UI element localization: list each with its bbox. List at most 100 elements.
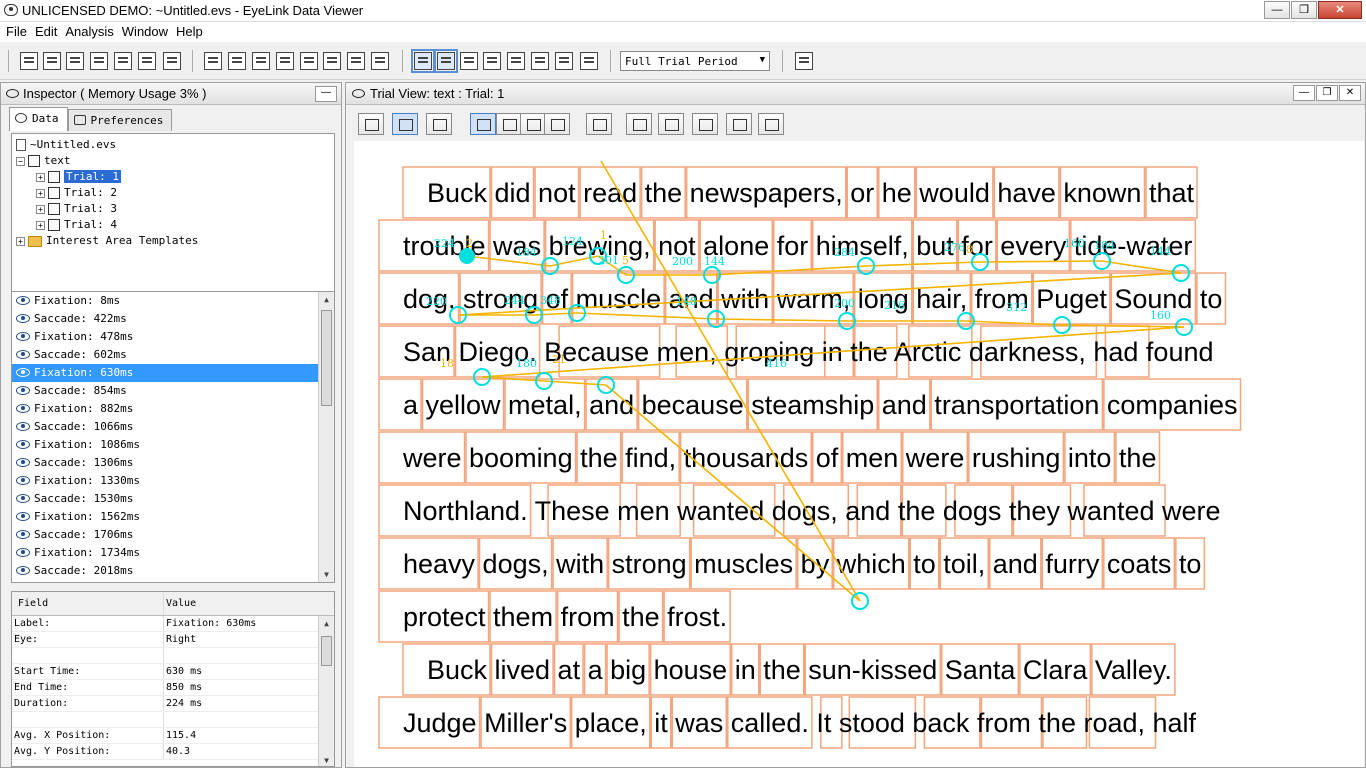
select-icon[interactable] [371, 52, 389, 70]
import-image-icon[interactable] [626, 113, 652, 135]
trial-view-close-button[interactable]: ✕ [1339, 85, 1361, 101]
target-icon[interactable] [531, 52, 549, 70]
event-list-item[interactable]: Saccade: 1706ms [12, 526, 334, 544]
pointer-tool-icon[interactable] [470, 113, 496, 135]
trial-view-minimize-button[interactable]: — [1293, 85, 1315, 101]
clipboard-icon[interactable] [276, 52, 294, 70]
event-list-item[interactable]: Fixation: 882ms [12, 400, 334, 418]
scroll-up-icon[interactable]: ▲ [319, 616, 334, 631]
event-list-item[interactable]: Saccade: 1306ms [12, 454, 334, 472]
tree-root[interactable]: ~Untitled.evs [16, 138, 116, 152]
expand-icon[interactable]: + [36, 188, 45, 198]
menu-window[interactable]: Window [118, 22, 172, 42]
image-area-icon[interactable] [726, 113, 752, 135]
event-list-item[interactable]: Saccade: 602ms [12, 346, 334, 364]
event-list-item[interactable]: Saccade: 854ms [12, 382, 334, 400]
spatial-overlay-icon[interactable] [392, 113, 418, 135]
fixation-view-icon[interactable] [411, 49, 435, 73]
copy-session-icon[interactable] [90, 52, 108, 70]
message-view-icon[interactable] [507, 52, 525, 70]
event-list-item[interactable]: Saccade: 1530ms [12, 490, 334, 508]
sample-view-icon[interactable] [483, 52, 501, 70]
tree-session[interactable]: − text [16, 154, 71, 168]
saccade-line[interactable] [600, 160, 861, 602]
saccade-view-icon[interactable] [434, 49, 458, 73]
tree-trial-4[interactable]: + Trial: 4 [36, 218, 117, 232]
collapse-icon[interactable]: − [16, 156, 25, 166]
saccade-line[interactable] [543, 380, 607, 386]
expand-icon[interactable]: + [16, 236, 25, 246]
menu-analysis[interactable]: Analysis [61, 22, 117, 42]
saccade-line[interactable] [979, 260, 1103, 263]
inspector-minimize-button[interactable]: — [315, 86, 337, 102]
temporal-graph-icon[interactable] [358, 113, 384, 135]
cut-icon[interactable] [204, 52, 222, 70]
event-list-item[interactable]: Fixation: 478ms [12, 328, 334, 346]
text-line: protect them from the frost. [403, 602, 727, 632]
rectangle-tool-icon[interactable] [496, 113, 522, 135]
scroll-down-icon[interactable]: ▼ [319, 567, 334, 582]
event-list: Fixation: 8ms Saccade: 422ms Fixation: 478… [11, 291, 335, 583]
open-file-icon[interactable] [43, 52, 61, 70]
expand-icon[interactable]: + [36, 220, 45, 230]
event-list-item[interactable]: Fixation: 8ms [12, 292, 334, 310]
menu-help[interactable]: Help [172, 22, 207, 42]
expand-icon[interactable]: + [36, 204, 45, 214]
interest-area-icon[interactable] [580, 52, 598, 70]
event-list-item[interactable]: Fixation: 630ms [12, 364, 334, 382]
interest-period-icon[interactable] [555, 52, 573, 70]
tree-trial-1[interactable]: + Trial: 1 [36, 170, 121, 184]
paste-icon[interactable] [252, 52, 270, 70]
expand-icon[interactable]: + [36, 172, 45, 182]
freehand-tool-icon[interactable] [544, 113, 570, 135]
save-areas-icon[interactable] [586, 113, 612, 135]
event-list-item[interactable]: Saccade: 422ms [12, 310, 334, 328]
export-image-icon[interactable] [658, 113, 684, 135]
delete-icon[interactable] [323, 52, 341, 70]
close-button[interactable]: ✕ [1318, 1, 1362, 19]
saccade-line[interactable] [715, 318, 848, 322]
save-icon[interactable] [114, 52, 132, 70]
trial-canvas[interactable]: Buck did not read the newspapers, or he … [354, 141, 1364, 767]
scroll-thumb[interactable] [321, 636, 332, 666]
event-list-item[interactable]: Saccade: 2018ms [12, 562, 334, 580]
import-icon[interactable] [66, 52, 84, 70]
tree-templates[interactable]: + Interest Area Templates [16, 234, 198, 248]
text-area-icon[interactable] [692, 113, 718, 135]
trial-view-restore-button[interactable]: ❐ [1316, 85, 1338, 101]
new-file-icon[interactable] [20, 52, 38, 70]
menu-file[interactable]: File [2, 22, 31, 42]
menu-edit[interactable]: Edit [31, 22, 61, 42]
scroll-up-icon[interactable]: ▲ [319, 292, 334, 307]
scroll-thumb[interactable] [321, 310, 332, 406]
tab-data[interactable]: Data [9, 107, 68, 131]
fixation-circle[interactable] [459, 248, 475, 264]
saccade-line[interactable] [865, 261, 981, 267]
event-list-item[interactable]: Fixation: 1734ms [12, 544, 334, 562]
interest-period-select[interactable]: Full Trial Period ▼ [620, 51, 770, 71]
restore-button[interactable]: ❐ [1291, 1, 1317, 19]
event-list-item[interactable]: Fixation: 1562ms [12, 508, 334, 526]
print-icon[interactable] [758, 113, 784, 135]
event-list-item[interactable]: Saccade: 1066ms [12, 418, 334, 436]
event-list-item[interactable]: Fixation: 1330ms [12, 472, 334, 490]
event-list-item[interactable]: Fixation: 1086ms [12, 436, 334, 454]
grid-icon[interactable] [300, 52, 318, 70]
fixation-duration-label: 124 [562, 235, 583, 248]
tree-trial-3[interactable]: + Trial: 3 [36, 202, 117, 216]
undo-icon[interactable] [347, 52, 365, 70]
movie-icon[interactable] [795, 52, 813, 70]
blink-view-icon[interactable] [460, 52, 478, 70]
package-icon[interactable] [163, 52, 181, 70]
animation-icon[interactable] [426, 113, 452, 135]
interest-period-value: Full Trial Period [625, 55, 738, 68]
event-list-scrollbar[interactable]: ▲ ▼ [318, 292, 334, 582]
ellipse-tool-icon[interactable] [520, 113, 546, 135]
tab-preferences[interactable]: Preferences [67, 109, 173, 131]
properties-scrollbar[interactable]: ▲ ▼ [318, 616, 334, 766]
save-all-icon[interactable] [138, 52, 156, 70]
tree-trial-2[interactable]: + Trial: 2 [36, 186, 117, 200]
scroll-down-icon[interactable]: ▼ [319, 753, 334, 766]
minimize-button[interactable]: — [1264, 1, 1290, 19]
copy-icon[interactable] [228, 52, 246, 70]
